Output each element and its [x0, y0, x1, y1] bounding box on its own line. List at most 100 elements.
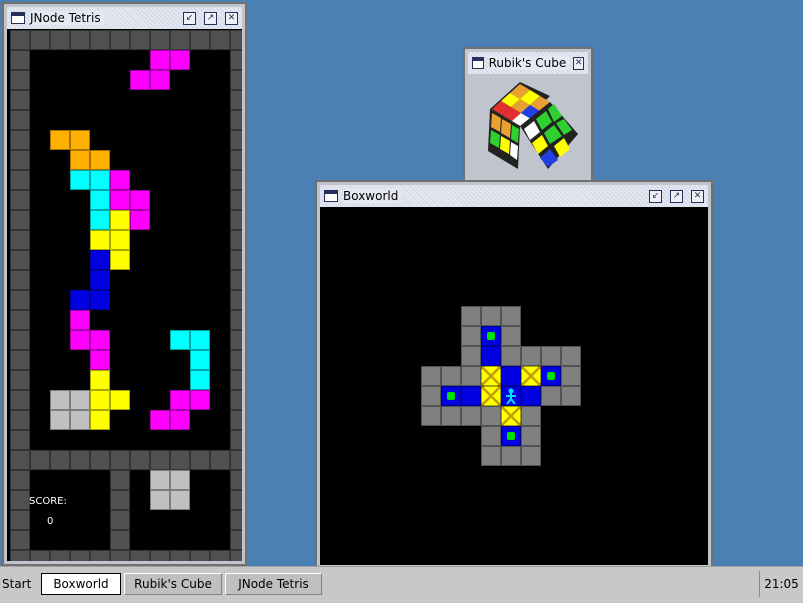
board-border-cell	[10, 430, 30, 450]
tetris-block	[130, 190, 150, 210]
floor-tile	[501, 366, 521, 386]
board-border-cell	[230, 370, 242, 390]
wall-tile	[561, 366, 581, 386]
board-border-cell	[10, 210, 30, 230]
boxworld-titlebar[interactable]: Boxworld ↙ ↗ ✕	[320, 185, 708, 207]
window-title: Rubik's Cube	[488, 56, 570, 70]
rubik-titlebar[interactable]: Rubik's Cube ✕	[468, 52, 588, 74]
board-border-cell	[230, 90, 242, 110]
tetris-block	[150, 70, 170, 90]
tetris-block	[90, 370, 110, 390]
tetris-block	[170, 390, 190, 410]
board-border-cell	[110, 470, 130, 490]
tetris-block	[70, 130, 90, 150]
tetris-block	[90, 350, 110, 370]
next-piece-block	[150, 470, 170, 490]
floor-tile	[481, 346, 501, 366]
board-border-cell	[230, 130, 242, 150]
board-border-cell	[10, 350, 30, 370]
boxworld-board[interactable]	[320, 207, 708, 565]
task-jnode-tetris[interactable]: JNode Tetris	[225, 573, 322, 595]
board-border-cell	[230, 350, 242, 370]
wall-tile	[561, 346, 581, 366]
wall-tile	[461, 326, 481, 346]
goal-tile	[481, 326, 501, 346]
tetris-block	[70, 170, 90, 190]
task-boxworld[interactable]: Boxworld	[41, 573, 121, 595]
board-border-cell	[230, 170, 242, 190]
board-border-cell	[10, 530, 30, 550]
close-icon[interactable]: ✕	[573, 56, 584, 70]
minimize-icon[interactable]: ↙	[649, 189, 662, 203]
close-icon[interactable]: ✕	[691, 189, 704, 203]
wall-tile	[521, 346, 541, 366]
wall-tile	[461, 366, 481, 386]
board-border-cell	[230, 330, 242, 350]
wall-tile	[561, 386, 581, 406]
window-title: Boxworld	[343, 189, 402, 203]
clock: 21:05	[759, 571, 803, 597]
taskbar: Start Boxworld Rubik's Cube JNode Tetris…	[0, 566, 803, 603]
board-border-cell	[90, 550, 110, 561]
wall-tile	[441, 366, 461, 386]
tetris-board[interactable]	[7, 29, 242, 561]
wall-tile	[521, 446, 541, 466]
board-border-cell	[210, 550, 230, 561]
maximize-icon[interactable]: ↗	[670, 189, 683, 203]
tetris-block	[130, 70, 150, 90]
maximize-icon[interactable]: ↗	[204, 11, 217, 25]
board-border-cell	[10, 370, 30, 390]
player-icon	[506, 388, 516, 405]
task-rubiks-cube[interactable]: Rubik's Cube	[124, 573, 222, 595]
board-border-cell	[190, 30, 210, 50]
board-border-cell	[10, 450, 30, 470]
tetris-block	[90, 190, 110, 210]
board-border-cell	[70, 550, 90, 561]
board-border-cell	[30, 30, 50, 50]
board-border-cell	[10, 50, 30, 70]
board-border-cell	[230, 30, 242, 50]
box-tile	[481, 366, 501, 386]
close-icon[interactable]: ✕	[225, 11, 238, 25]
tetris-titlebar[interactable]: JNode Tetris ↙ ↗ ✕	[7, 7, 242, 29]
tetris-block	[90, 210, 110, 230]
tetris-block	[190, 370, 210, 390]
box-tile	[521, 366, 541, 386]
tetris-block	[90, 170, 110, 190]
board-border-cell	[110, 510, 130, 530]
board-border-cell	[190, 450, 210, 470]
window-icon	[324, 190, 338, 202]
rubik-window: Rubik's Cube ✕	[463, 47, 593, 182]
tetris-block	[150, 50, 170, 70]
wall-tile	[461, 306, 481, 326]
minimize-icon[interactable]: ↙	[183, 11, 196, 25]
tetris-block	[90, 150, 110, 170]
board-border-cell	[150, 450, 170, 470]
box-tile	[481, 386, 501, 406]
board-border-cell	[10, 70, 30, 90]
next-piece-block	[150, 490, 170, 510]
goal-tile	[541, 366, 561, 386]
board-border-cell	[90, 30, 110, 50]
boxworld-window: Boxworld ↙ ↗ ✕	[315, 180, 713, 570]
goal-marker	[547, 372, 555, 380]
tetris-block	[110, 390, 130, 410]
wall-tile	[441, 406, 461, 426]
next-piece-block	[170, 490, 190, 510]
start-button[interactable]: Start	[2, 573, 34, 595]
board-border-cell	[230, 530, 242, 550]
tetris-block	[70, 150, 90, 170]
board-border-cell	[170, 550, 190, 561]
tetris-block	[170, 410, 190, 430]
board-border-cell	[110, 450, 130, 470]
board-border-cell	[110, 30, 130, 50]
tetris-block	[90, 230, 110, 250]
board-border-cell	[170, 30, 190, 50]
board-border-cell	[10, 110, 30, 130]
board-border-cell	[10, 130, 30, 150]
next-piece-block	[170, 470, 190, 490]
score-value: 0	[47, 516, 54, 527]
rubik-canvas[interactable]	[468, 74, 588, 177]
board-border-cell	[230, 50, 242, 70]
board-border-cell	[230, 190, 242, 210]
